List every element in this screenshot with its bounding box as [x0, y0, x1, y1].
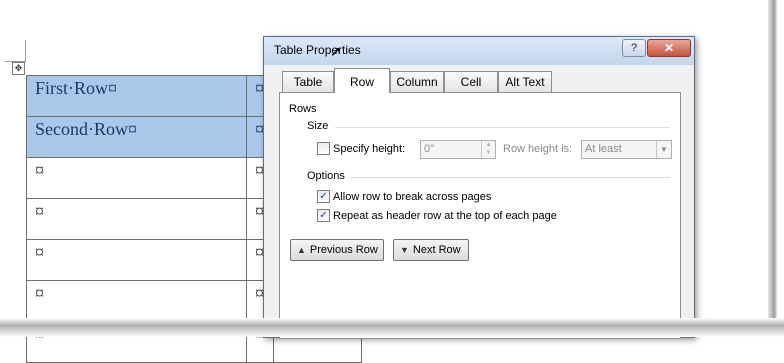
close-button[interactable]: ✕ — [647, 39, 691, 57]
torn-edge-bottom — [0, 318, 784, 337]
repeat-header-checkbox[interactable]: ✓ — [317, 209, 330, 222]
margin-marker — [25, 40, 26, 62]
torn-edge-right — [768, 0, 784, 337]
previous-row-button[interactable]: ▲ Previous Row — [290, 239, 384, 261]
previous-row-label: Previous Row — [309, 244, 378, 256]
row-height-is-value: At least — [585, 143, 622, 155]
tab-table[interactable]: Table — [282, 71, 334, 92]
tab-row[interactable]: Row — [334, 68, 390, 93]
mouse-pointer-icon: ➚ — [330, 43, 342, 59]
table-cell[interactable]: First·Row¤ — [26, 75, 247, 117]
divider — [350, 177, 670, 178]
table-properties-dialog: Table Properties ➚ ? ✕ Table Row Column … — [263, 36, 695, 339]
dialog-title: Table Properties — [274, 43, 361, 57]
next-row-label: Next Row — [412, 244, 461, 256]
repeat-header-label[interactable]: Repeat as header row at the top of each … — [333, 210, 557, 222]
table-move-handle-icon[interactable]: ✥ — [12, 62, 25, 75]
allow-break-checkbox[interactable]: ✓ — [317, 190, 330, 203]
dialog-titlebar[interactable]: Table Properties ➚ ? ✕ — [264, 37, 694, 65]
tab-cell[interactable]: Cell — [444, 71, 498, 92]
arrow-down-icon: ▼ — [400, 245, 409, 255]
row-tab-panel: Rows Size Specify height: 0" ▲ ▼ Row heig… — [279, 92, 681, 339]
help-button[interactable]: ? — [622, 39, 646, 57]
table-cell[interactable]: ¤ — [26, 198, 247, 240]
tab-column[interactable]: Column — [390, 71, 444, 92]
row-height-is-label: Row height is: — [503, 143, 573, 155]
arrow-up-icon: ▲ — [297, 245, 306, 255]
specify-height-label[interactable]: Specify height: — [333, 143, 405, 155]
divider — [335, 127, 670, 128]
spinner-arrows-icon[interactable]: ▲ ▼ — [481, 141, 495, 158]
height-spinner[interactable]: 0" ▲ ▼ — [420, 140, 496, 159]
height-value: 0" — [424, 143, 435, 155]
rows-section-label: Rows — [289, 103, 317, 115]
table-cell[interactable]: ¤ — [26, 239, 247, 281]
table-cell[interactable]: ¤ — [26, 280, 247, 322]
chevron-down-icon[interactable]: ▼ — [656, 141, 671, 158]
table-cell[interactable]: Second·Row¤ — [26, 116, 247, 158]
allow-break-label[interactable]: Allow row to break across pages — [333, 191, 491, 203]
table-cell[interactable]: ¤ — [26, 157, 247, 199]
specify-height-checkbox[interactable] — [317, 142, 330, 155]
tab-alt-text[interactable]: Alt Text — [498, 71, 552, 92]
size-section-label: Size — [307, 120, 329, 132]
options-section-label: Options — [307, 170, 345, 182]
row-height-is-select[interactable]: At least ▼ — [581, 140, 672, 159]
next-row-button[interactable]: ▼ Next Row — [393, 239, 469, 261]
